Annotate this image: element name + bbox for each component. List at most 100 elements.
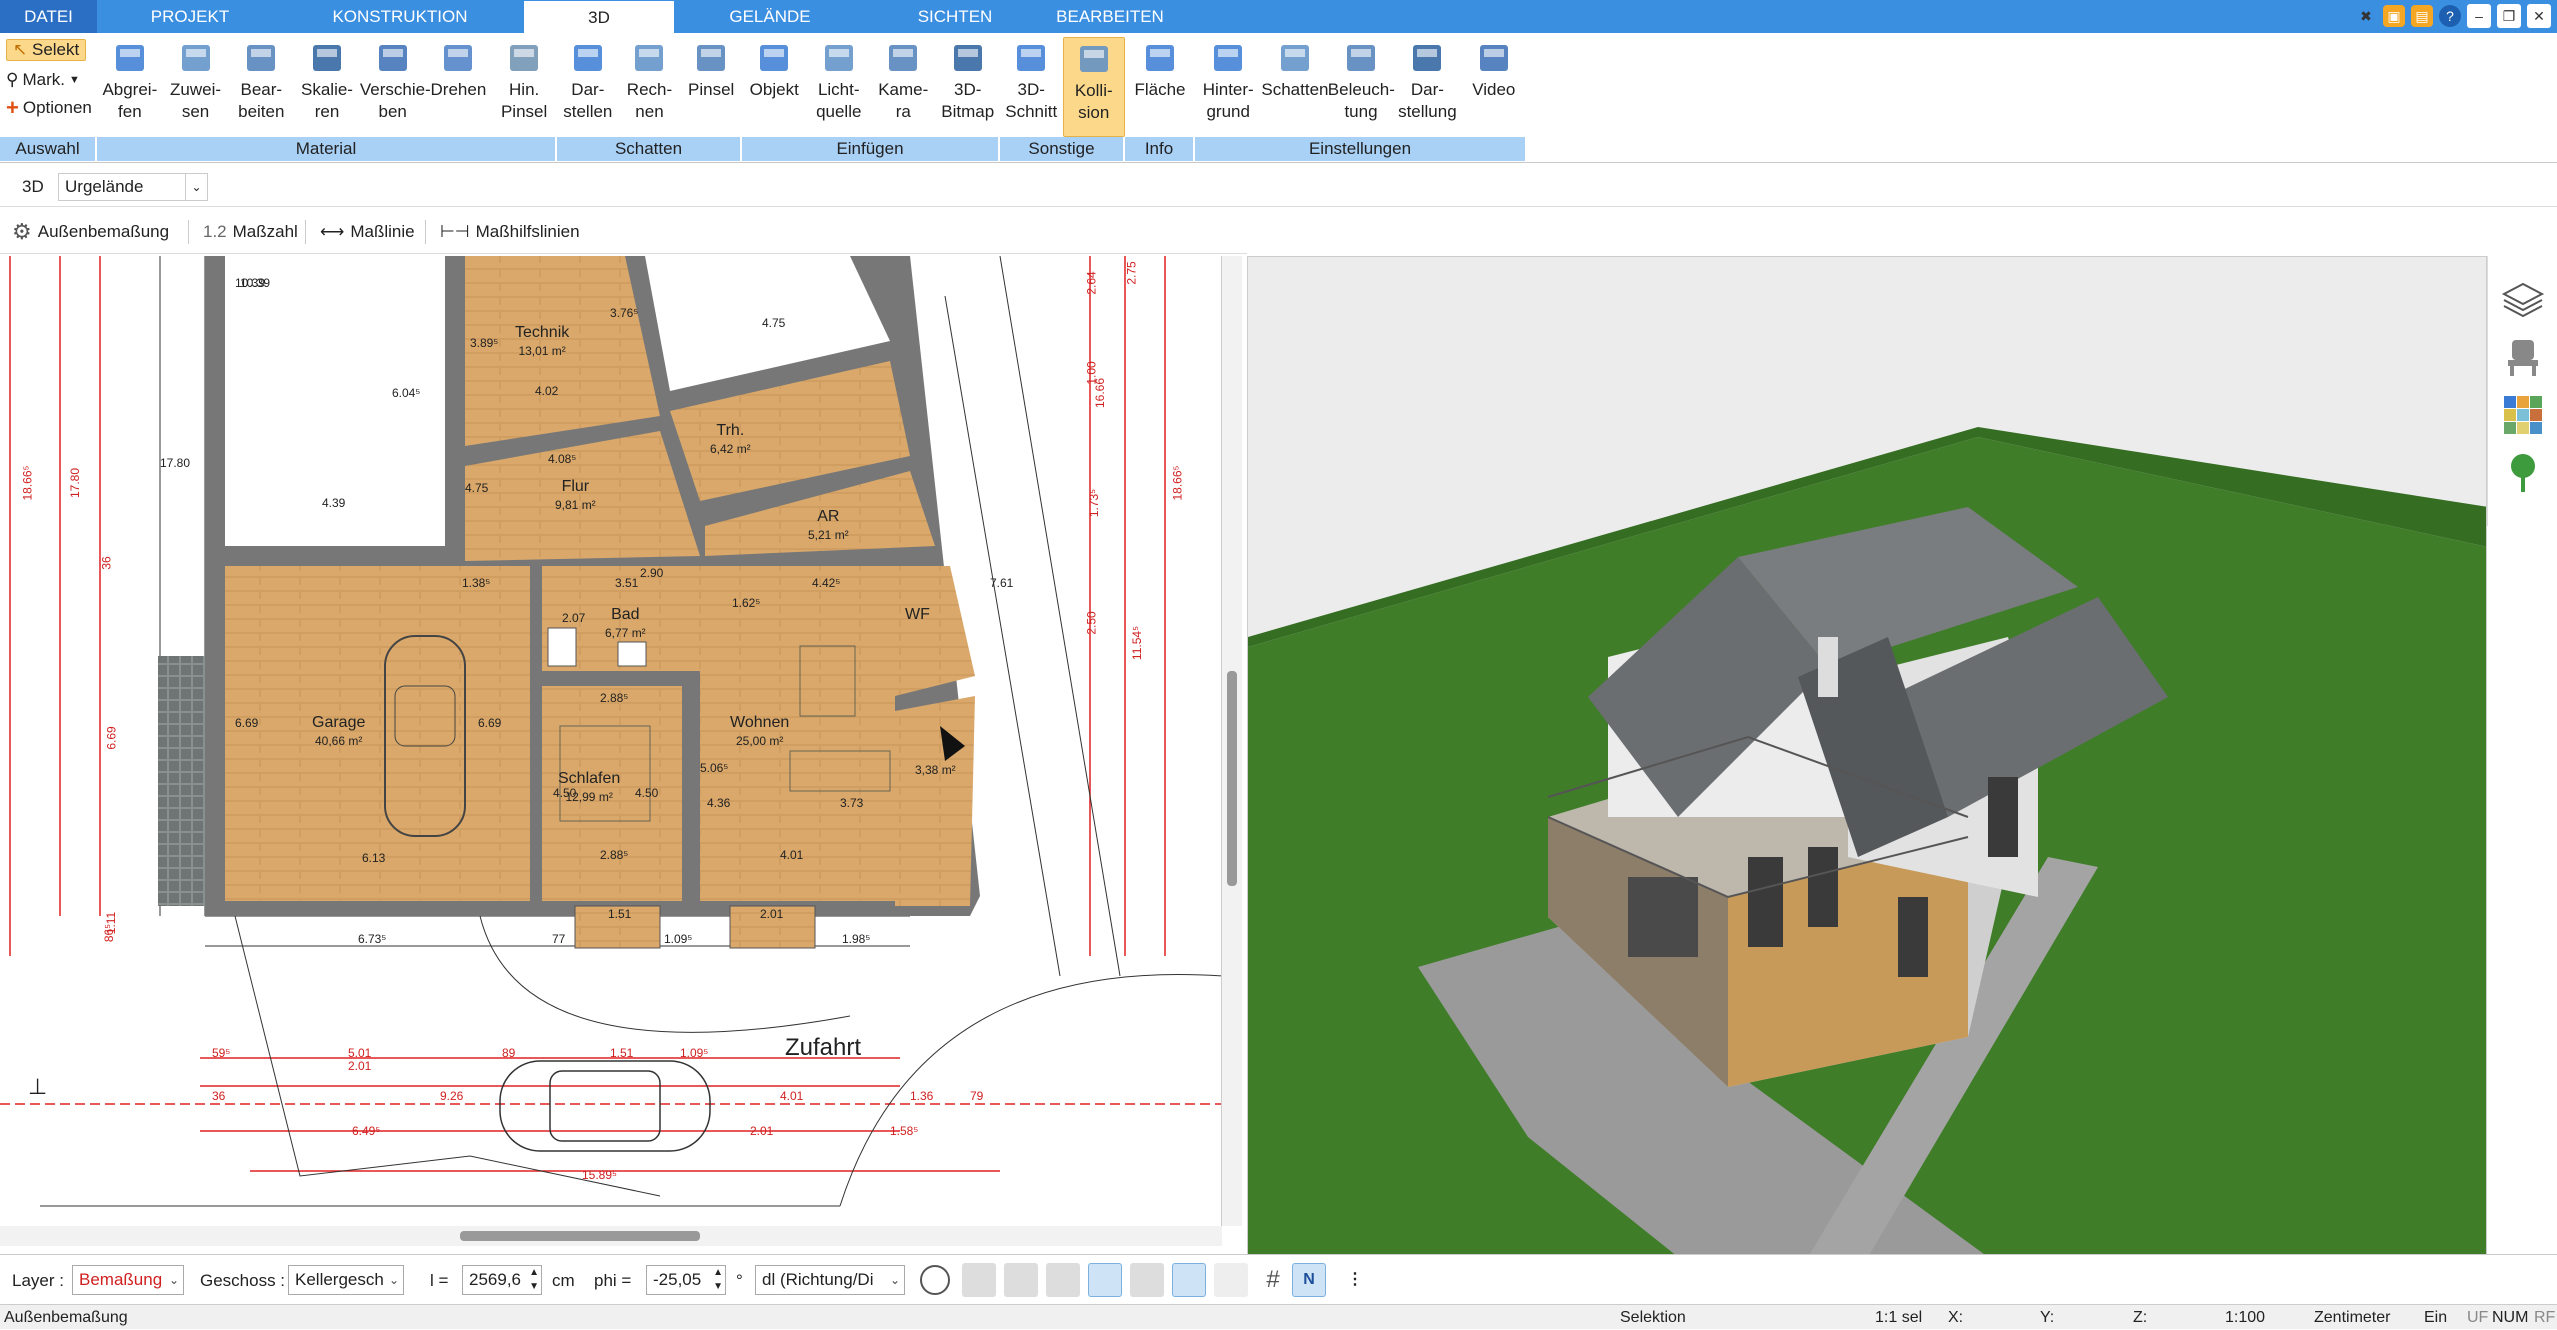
grid-icon[interactable]: # xyxy=(1256,1263,1290,1297)
group-label-schatten: Schatten xyxy=(557,137,742,161)
more-icon[interactable]: ⋮ xyxy=(1338,1263,1372,1297)
layer-select-value: Urgelände xyxy=(65,177,144,196)
einstellungen-button-0[interactable]: Hinter-grund xyxy=(1195,37,1261,137)
room-name: AR xyxy=(817,508,840,525)
optionen-button[interactable]: + Optionen xyxy=(6,95,92,121)
schatten-icon-0 xyxy=(566,37,610,77)
room-label: 3,38 m² xyxy=(915,761,956,779)
dimension-label: 2.90 xyxy=(640,566,664,580)
tab-3d[interactable]: 3D xyxy=(524,0,674,33)
aussenbemassung-button[interactable]: ⚙ Außenbemaßung xyxy=(12,218,169,246)
length-input[interactable]: 2569,6 ▲ ▼ xyxy=(462,1265,542,1295)
dimension-label: 77 xyxy=(552,932,566,946)
tab-projekt[interactable]: PROJEKT xyxy=(120,0,260,33)
texture-icon[interactable] xyxy=(1214,1263,1248,1297)
schatten-button-2[interactable]: Pinsel xyxy=(680,37,742,137)
monitor-icon[interactable] xyxy=(962,1263,996,1297)
material-icon-1 xyxy=(174,37,218,77)
horizontal-scrollbar[interactable] xyxy=(0,1226,1222,1246)
info-button-0[interactable]: Fläche xyxy=(1125,37,1195,137)
einstellungen-button-2[interactable]: Beleuch-tung xyxy=(1328,37,1395,137)
tab-datei[interactable]: DATEI xyxy=(0,0,97,33)
tab-bearbeiten[interactable]: BEARBEITEN xyxy=(1040,0,1180,33)
minimize-button[interactable]: – xyxy=(2467,4,2491,28)
einstellungen-button-1[interactable]: Schatten xyxy=(1261,37,1329,137)
room-name: Technik xyxy=(515,324,570,341)
einstellungen-sublabel-3: stellung xyxy=(1398,102,1457,121)
plane-icon[interactable] xyxy=(1172,1263,1206,1297)
tools-icon[interactable]: ✖ xyxy=(2355,5,2377,27)
dimension-label: 1.09⁵ xyxy=(664,932,693,946)
dimension-label: 2.64 xyxy=(1084,271,1099,295)
tree-icon[interactable] xyxy=(2500,450,2546,496)
horizontal-scroll-thumb[interactable] xyxy=(460,1231,700,1241)
room-area: 5,21 m² xyxy=(808,528,849,542)
dimension-label: 4.75 xyxy=(762,316,786,330)
mark-button[interactable]: ⚲ Mark. ▼ xyxy=(6,67,80,93)
close-button[interactable]: ✕ xyxy=(2527,4,2551,28)
camera-icon[interactable] xyxy=(1004,1263,1038,1297)
material-button-6[interactable]: Hin. Pinsel xyxy=(491,37,557,137)
window-icon[interactable]: ▣ xyxy=(2383,5,2405,27)
material-button-1[interactable]: Zuwei-sen xyxy=(163,37,229,137)
material-button-0[interactable]: Abgrei-fen xyxy=(97,37,163,137)
3d-view[interactable] xyxy=(1247,256,2487,1256)
einfuegen-button-2[interactable]: Kame-ra xyxy=(871,37,936,137)
bottom-toolbar: Layer : Bemaßung ⌄ Geschoss : Kellergesch… xyxy=(0,1254,2557,1304)
einstellungen-icon-0 xyxy=(1206,37,1250,77)
floor-plan-view[interactable]: Technik 13,01 m² Flur 9,81 m² Trh. 6,42 m² AR 5… xyxy=(0,256,1222,1226)
tab-konstruktion[interactable]: KONSTRUKTION xyxy=(300,0,500,33)
materials-icon[interactable] xyxy=(2500,392,2546,438)
dimension-label: 2.50 xyxy=(1084,611,1099,635)
layout-icon[interactable]: ▤ xyxy=(2411,5,2433,27)
material-button-2[interactable]: Bear-beiten xyxy=(228,37,294,137)
3d-house-render xyxy=(1248,427,2486,1255)
chevron-down-icon[interactable]: ⌄ xyxy=(185,174,207,200)
material-icon-3 xyxy=(305,37,349,77)
dimension-label: 6.69 xyxy=(104,726,119,750)
dimension-label: 3.89⁵ xyxy=(470,336,499,350)
layers-icon[interactable] xyxy=(2500,276,2546,322)
masslinie-button[interactable]: ⟷ Maßlinie xyxy=(320,218,415,246)
group-einfuegen: Objekt Licht-quelle Kame-ra 3D- Bitmap Einfü… xyxy=(742,33,1000,163)
stepper-icon[interactable]: ▲ ▼ xyxy=(713,1266,723,1294)
geschoss-dropdown[interactable]: Kellergesch ⌄ xyxy=(288,1265,404,1295)
direction-dropdown[interactable]: dl (Richtung/Di ⌄ xyxy=(755,1265,905,1295)
material-button-3[interactable]: Skalie-ren xyxy=(294,37,360,137)
selekt-button[interactable]: ↖ Selekt xyxy=(6,37,87,63)
einstellungen-button-4[interactable]: Video xyxy=(1461,37,1527,137)
einfuegen-button-3[interactable]: 3D- Bitmap xyxy=(936,37,1001,137)
terrain-icon[interactable] xyxy=(1088,1263,1122,1297)
einfuegen-button-1[interactable]: Licht-quelle xyxy=(807,37,872,137)
cube-icon[interactable] xyxy=(1046,1263,1080,1297)
schatten-button-1[interactable]: Rech-nen xyxy=(619,37,681,137)
masszahl-button[interactable]: 1.2 Maßzahl xyxy=(203,218,298,246)
phi-input[interactable]: -25,05 ▲ ▼ xyxy=(646,1265,726,1295)
sonstige-button-0[interactable]: 3D- Schnitt xyxy=(1000,37,1063,137)
vertical-scroll-thumb[interactable] xyxy=(1227,671,1237,886)
dimension-label: 18.66⁵ xyxy=(1170,465,1185,501)
einfuegen-button-0[interactable]: Objekt xyxy=(742,37,807,137)
layer-dropdown[interactable]: Bemaßung ⌄ xyxy=(72,1265,184,1295)
chair-icon[interactable] xyxy=(2500,334,2546,380)
tab-sichten[interactable]: SICHTEN xyxy=(885,0,1025,33)
wave-icon[interactable] xyxy=(1130,1263,1164,1297)
north-icon[interactable]: N xyxy=(1292,1263,1326,1297)
clock-icon[interactable] xyxy=(920,1265,950,1295)
sonstige-button-1[interactable]: Kolli-sion xyxy=(1062,37,1125,137)
material-button-4[interactable]: Verschie-ben xyxy=(360,37,431,137)
vertical-scrollbar[interactable] xyxy=(1222,256,1242,1226)
group-info: Fläche Info xyxy=(1125,33,1195,163)
material-button-5[interactable]: Drehen xyxy=(426,37,492,137)
help-icon[interactable]: ? xyxy=(2439,5,2461,27)
dimension-label: 17.80 xyxy=(160,456,191,470)
schatten-button-0[interactable]: Dar-stellen xyxy=(557,37,619,137)
masshilfslinien-button[interactable]: ⊢⊣ Maßhilfslinien xyxy=(440,218,580,246)
layer-select[interactable]: Urgelände ⌄ xyxy=(58,173,208,201)
restore-button[interactable]: ❐ xyxy=(2497,4,2521,28)
stepper-icon[interactable]: ▲ ▼ xyxy=(529,1266,539,1294)
material-icon-2 xyxy=(239,37,283,77)
tab-gelaende[interactable]: GELÄNDE xyxy=(700,0,840,33)
status-uf: UF xyxy=(2467,1309,2489,1326)
einstellungen-button-3[interactable]: Dar-stellung xyxy=(1394,37,1460,137)
